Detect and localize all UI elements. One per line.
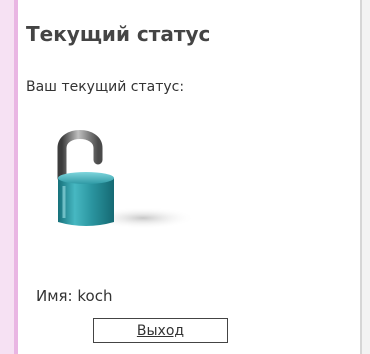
status-label: Ваш текущий статус: bbox=[26, 79, 185, 95]
panel-title: Текущий статус bbox=[26, 22, 211, 46]
logout-button[interactable]: Выход bbox=[93, 318, 228, 343]
unlocked-padlock-icon bbox=[48, 126, 198, 234]
status-panel: Текущий статус Ваш текущий статус: Имя: … bbox=[18, 0, 360, 354]
user-name-value: koch bbox=[77, 287, 113, 305]
logout-button-label: Выход bbox=[136, 322, 185, 339]
left-border-stripe bbox=[0, 0, 14, 354]
right-border-stripe bbox=[362, 0, 370, 354]
user-name-label: Имя: bbox=[36, 287, 73, 305]
user-info: Имя: koch bbox=[36, 287, 113, 305]
